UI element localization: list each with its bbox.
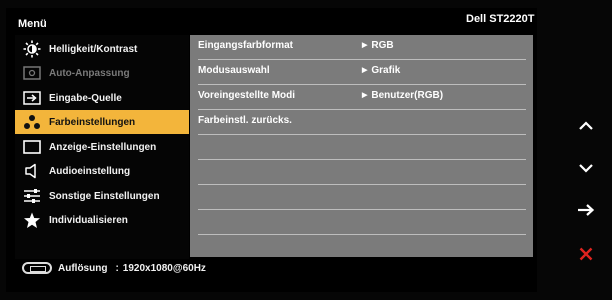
sidebar-item-label: Anzeige-Einstellungen [49,141,157,153]
arrow-right-icon [578,204,595,216]
speaker-icon [15,159,49,183]
sidebar-item-label: Audioeinstellung [49,165,131,177]
sidebar-item-label: Sonstige Einstellungen [49,190,160,202]
option-value: Grafik [362,65,400,76]
chevron-up-icon [579,121,593,130]
empty-row [198,135,526,160]
option-row-mode-selection[interactable]: Modusauswahl Grafik [198,60,526,85]
resolution-separator: : [115,262,119,274]
sidebar-item-label: Eingabe-Quelle [49,92,122,104]
resolution-value: 1920x1080@60Hz [122,262,206,274]
sidebar-item-other-settings[interactable]: Sonstige Einstellungen [15,184,189,208]
option-row-input-color-format[interactable]: Eingangsfarbformat RGB [198,35,526,60]
sidebar-item-label: Farbeinstellungen [49,116,136,128]
sidebar-item-label: Individualisieren [49,214,128,226]
menu-title: Menü [18,18,47,30]
nav-down-button[interactable] [572,154,600,182]
empty-row [198,160,526,185]
auto-adjust-icon [15,61,49,85]
option-label: Voreingestellte Modi [198,90,296,101]
close-icon [579,247,593,261]
resolution-status: Auflösung : 1920x1080@60Hz [22,262,206,274]
settings-panel: Eingangsfarbformat RGB Modusauswahl Graf… [190,35,533,257]
empty-row [198,210,526,235]
empty-row [198,185,526,210]
color-dots-icon [15,110,49,134]
option-label: Farbeinstl. zurücks. [198,115,292,126]
resolution-label: Auflösung [58,262,108,274]
connector-icon [22,262,52,274]
option-label: Eingangsfarbformat [198,40,294,51]
sidebar-item-auto-adjust: Auto-Anpassung [15,61,189,85]
monitor-model: Dell ST2220T [466,13,535,25]
input-source-icon [15,86,49,110]
sidebar-item-personalize[interactable]: Individualisieren [15,208,189,232]
sidebar-item-label: Helligkeit/Kontrast [49,43,138,55]
brightness-icon [15,37,49,61]
chevron-down-icon [579,164,593,173]
sidebar-item-audio[interactable]: Audioeinstellung [15,159,189,183]
sidebar-item-brightness-contrast[interactable]: Helligkeit/Kontrast [15,37,189,61]
sidebar-item-label: Auto-Anpassung [49,67,130,79]
option-value: RGB [362,40,393,51]
option-label: Modusauswahl [198,65,270,76]
display-icon [15,135,49,159]
star-icon [15,208,49,232]
sliders-icon [15,184,49,208]
nav-up-button[interactable] [572,112,600,140]
option-value: Benutzer(RGB) [362,90,443,101]
nav-exit-button[interactable] [572,240,600,268]
sidebar-item-display-settings[interactable]: Anzeige-Einstellungen [15,135,189,159]
option-row-preset-modes[interactable]: Voreingestellte Modi Benutzer(RGB) [198,85,526,110]
sidebar-item-color-settings[interactable]: Farbeinstellungen [15,110,189,134]
osd-sidebar: Helligkeit/Kontrast Auto-Anpassung Einga… [15,35,189,259]
nav-enter-button[interactable] [572,196,600,224]
sidebar-item-input-source[interactable]: Eingabe-Quelle [15,86,189,110]
option-row-reset-color[interactable]: Farbeinstl. zurücks. [198,110,526,135]
